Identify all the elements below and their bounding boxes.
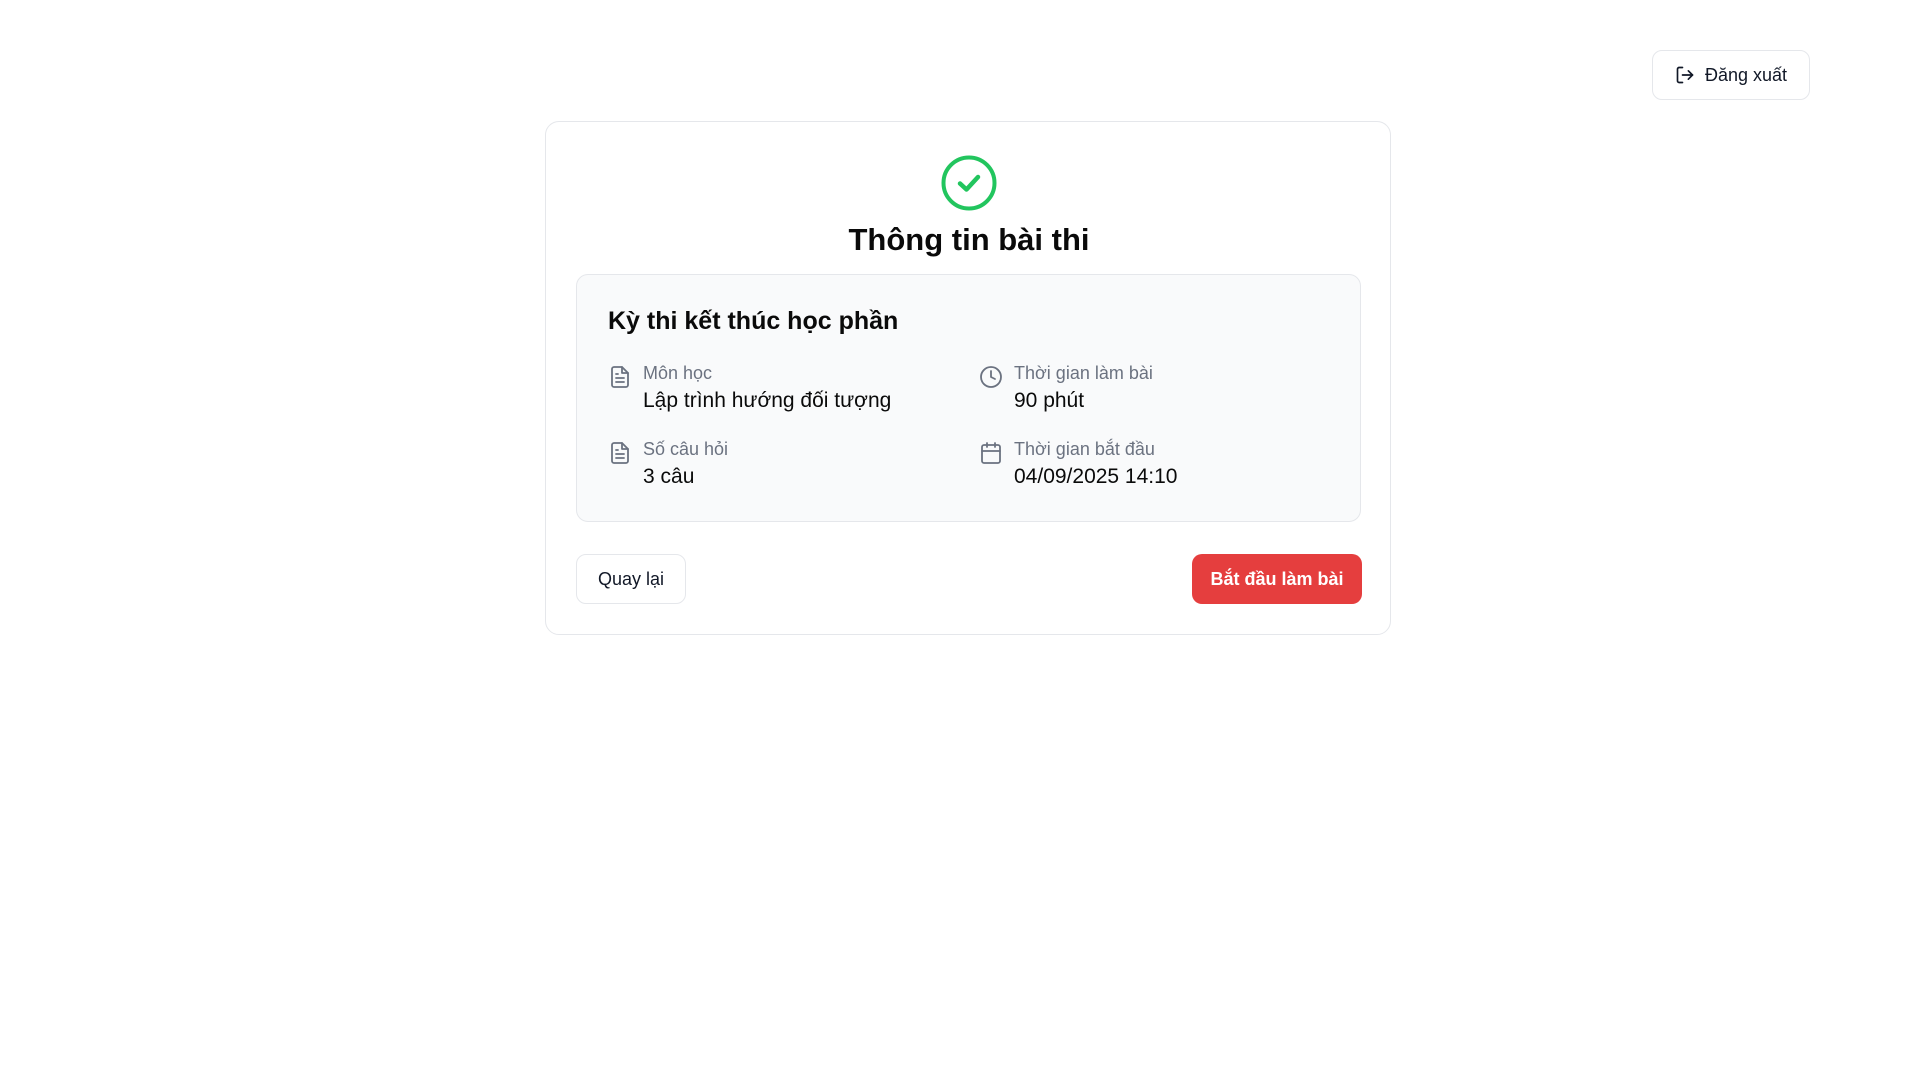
page: Đăng xuất Thông tin bài thi Kỳ thi kết t… [0,0,1920,1080]
start-exam-button-label: Bắt đầu làm bài [1210,568,1344,589]
detail-subject-label: Môn học [643,363,713,383]
file-text-icon [611,442,629,464]
detail-duration-label: Thời gian làm bài [1014,363,1153,383]
detail-duration-value: 90 phút [1014,389,1085,412]
exam-info-card: Thông tin bài thi Kỳ thi kết thúc học ph… [545,121,1391,635]
clock-icon [980,366,1002,388]
detail-questions: Số câu hỏi 3 câu [608,439,948,495]
start-exam-button[interactable]: Bắt đầu làm bài [1192,554,1362,604]
exam-details-panel: Kỳ thi kết thúc học phần Môn học Lập trì… [576,274,1361,522]
logout-label: Đăng xuất [1704,64,1788,85]
detail-duration: Thời gian làm bài 90 phút [979,363,1319,419]
detail-start-time-label: Thời gian bắt đầu [1014,439,1155,459]
exam-name: Kỳ thi kết thúc học phần [608,307,899,335]
detail-subject-value: Lập trình hướng đối tượng [643,389,892,412]
file-text-icon [611,366,629,388]
detail-start-time-value: 04/09/2025 14:10 [1014,465,1178,488]
check-circle-icon [941,155,997,211]
detail-questions-label: Số câu hỏi [643,439,729,459]
logout-button[interactable]: Đăng xuất [1652,50,1810,100]
page-title: Thông tin bài thi [848,222,1090,257]
detail-start-time: Thời gian bắt đầu 04/09/2025 14:10 [979,439,1319,495]
calendar-icon [981,442,1001,464]
back-button[interactable]: Quay lại [576,554,686,604]
back-button-label: Quay lại [597,568,665,589]
detail-subject: Môn học Lập trình hướng đối tượng [608,363,948,419]
log-out-icon [1676,66,1694,84]
detail-questions-value: 3 câu [643,465,695,488]
